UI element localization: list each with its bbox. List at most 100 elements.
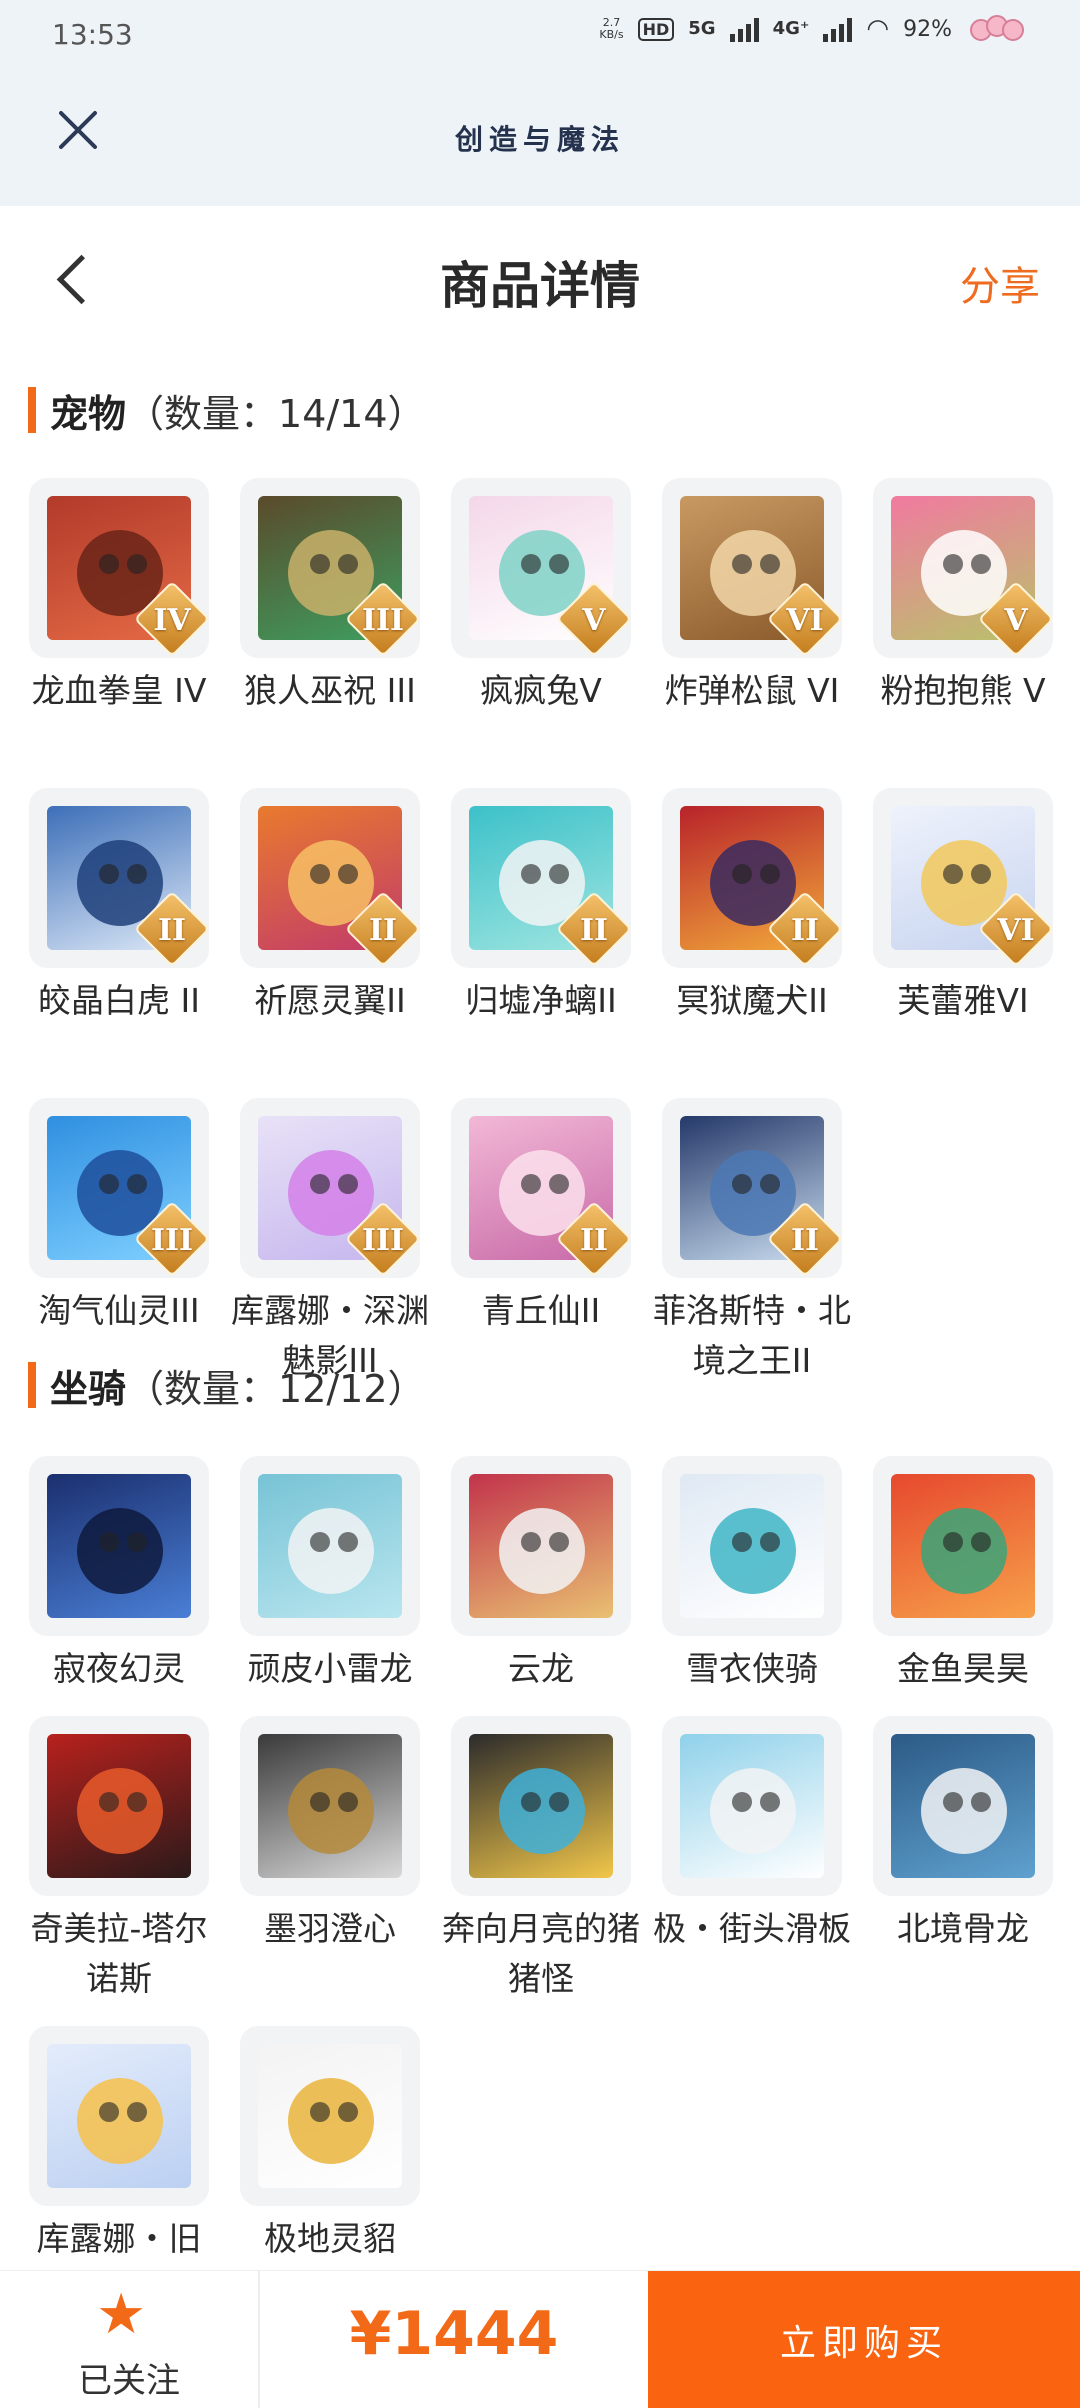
price: ¥1444 — [349, 2299, 559, 2369]
item-thumbnail: II — [451, 788, 631, 968]
item-image — [469, 1734, 613, 1878]
item-thumbnail — [662, 1456, 842, 1636]
signal-icon-2 — [823, 16, 853, 42]
section-accent-bar — [28, 387, 36, 433]
page-title: 商品详情 — [440, 257, 640, 315]
level-badge-text: V — [1004, 603, 1028, 638]
item-thumbnail: II — [240, 788, 420, 968]
signal-icon — [729, 16, 759, 42]
level-badge-text: III — [361, 603, 405, 638]
item-label: 皎晶白虎 II — [38, 981, 200, 1020]
level-badge-text: IV — [153, 603, 191, 638]
item-label: 龙血拳皇 IV — [31, 671, 207, 710]
level-badge-text: II — [368, 913, 398, 948]
item-label: 金鱼昊昊 — [897, 1649, 1029, 1688]
item-label: 归墟净螭II — [465, 981, 617, 1020]
wifi-icon: ◠ — [866, 14, 890, 44]
item-image — [469, 1474, 613, 1618]
net-5g-label: 5G — [688, 18, 716, 39]
level-badge-text: VI — [786, 603, 824, 638]
item-label: 云龙 — [508, 1649, 574, 1688]
share-button[interactable]: 分享 — [960, 254, 1040, 312]
item-thumbnail: III — [29, 1098, 209, 1278]
level-badge-text: VI — [997, 913, 1035, 948]
level-badge-text: III — [361, 1223, 405, 1258]
level-badge-text: V — [582, 603, 606, 638]
item-thumbnail — [240, 1456, 420, 1636]
item-thumbnail: IV — [29, 478, 209, 658]
item-image — [47, 1734, 191, 1878]
item-image — [47, 2044, 191, 2188]
level-badge-text: II — [579, 1223, 609, 1258]
item-image — [680, 1474, 824, 1618]
top-area: 13:53 2.7 KB/s HD 5G 4G⁺ ◠ 92% 创造与魔法 — [0, 0, 1080, 206]
item-label: 极・街头滑板 — [653, 1909, 851, 1948]
item-label: 库露娜・旧 — [36, 2219, 202, 2258]
item-label: 寂夜幻灵 — [53, 1649, 185, 1688]
item-label: 疯疯兔V — [480, 671, 602, 710]
item-image — [680, 1734, 824, 1878]
app-title: 创造与魔法 — [454, 123, 625, 156]
item-thumbnail — [240, 1716, 420, 1896]
level-badge-text: II — [790, 1223, 820, 1258]
item-thumbnail — [451, 1716, 631, 1896]
item-thumbnail: VI — [873, 788, 1053, 968]
level-badge-text: II — [579, 913, 609, 948]
item-label: 奔向月亮的猪猪怪 — [442, 1909, 640, 1998]
status-time: 13:53 — [52, 18, 133, 51]
item-thumbnail — [873, 1716, 1053, 1896]
item-label: 祈愿灵翼II — [254, 981, 406, 1020]
item-label: 顽皮小雷龙 — [247, 1649, 413, 1688]
item-thumbnail: V — [873, 478, 1053, 658]
item-label: 菲洛斯特・北境之王II — [653, 1291, 851, 1380]
item-thumbnail — [29, 1716, 209, 1896]
item-label: 炸弹松鼠 VI — [664, 671, 840, 710]
item-thumbnail: II — [662, 788, 842, 968]
item-label: 狼人巫祝 III — [244, 671, 416, 710]
item-image — [47, 1474, 191, 1618]
item-thumbnail: II — [451, 1098, 631, 1278]
item-label: 冥狱魔犬II — [676, 981, 828, 1020]
item-thumbnail — [662, 1716, 842, 1896]
item-image — [258, 1734, 402, 1878]
item-thumbnail: V — [451, 478, 631, 658]
item-label: 粉抱抱熊 V — [880, 671, 1046, 710]
item-thumbnail — [29, 1456, 209, 1636]
section-name: 宠物 — [50, 391, 127, 436]
follow-button[interactable]: ★ 已关注 — [0, 2271, 258, 2408]
section-count: （数量：12/12） — [126, 1366, 426, 1411]
item-label: 奇美拉-塔尔诺斯 — [30, 1909, 208, 1998]
level-badge-text: II — [157, 913, 187, 948]
item-thumbnail: III — [240, 478, 420, 658]
item-label: 芙蕾雅VI — [897, 981, 1029, 1020]
level-badge-text: III — [150, 1223, 194, 1258]
item-thumbnail: VI — [662, 478, 842, 658]
item-image — [891, 1734, 1035, 1878]
item-thumbnail — [29, 2026, 209, 2206]
item-thumbnail: II — [29, 788, 209, 968]
star-icon: ★ — [96, 2282, 147, 2347]
item-label: 墨羽澄心 — [264, 1909, 396, 1948]
hd-icon: HD — [637, 17, 675, 41]
item-thumbnail: II — [662, 1098, 842, 1278]
section-name: 坐骑 — [50, 1366, 127, 1411]
section-accent-bar — [28, 1362, 36, 1408]
battery-text: 92% — [903, 16, 952, 42]
section-title-mounts: 坐骑 （数量：12/12） — [28, 1360, 426, 1411]
status-icons: 2.7 KB/s HD 5G 4G⁺ ◠ 92% — [599, 14, 1028, 44]
item-label: 极地灵貂 — [264, 2219, 396, 2258]
item-label: 北境骨龙 — [897, 1909, 1029, 1948]
item-label: 青丘仙II — [481, 1291, 601, 1330]
section-title-pets: 宠物 （数量：14/14） — [28, 385, 426, 436]
item-thumbnail: III — [240, 1098, 420, 1278]
item-label: 淘气仙灵III — [38, 1291, 200, 1330]
item-label: 雪衣侠骑 — [686, 1649, 818, 1688]
buy-now-button[interactable]: 立即购买 — [648, 2271, 1080, 2408]
item-thumbnail — [873, 1456, 1053, 1636]
section-count: （数量：14/14） — [126, 391, 426, 436]
item-image — [891, 1474, 1035, 1618]
item-image — [258, 1474, 402, 1618]
page-header: 商品详情 分享 — [0, 206, 1080, 354]
lotus-battery-icon — [966, 15, 1028, 43]
item-thumbnail — [451, 1456, 631, 1636]
